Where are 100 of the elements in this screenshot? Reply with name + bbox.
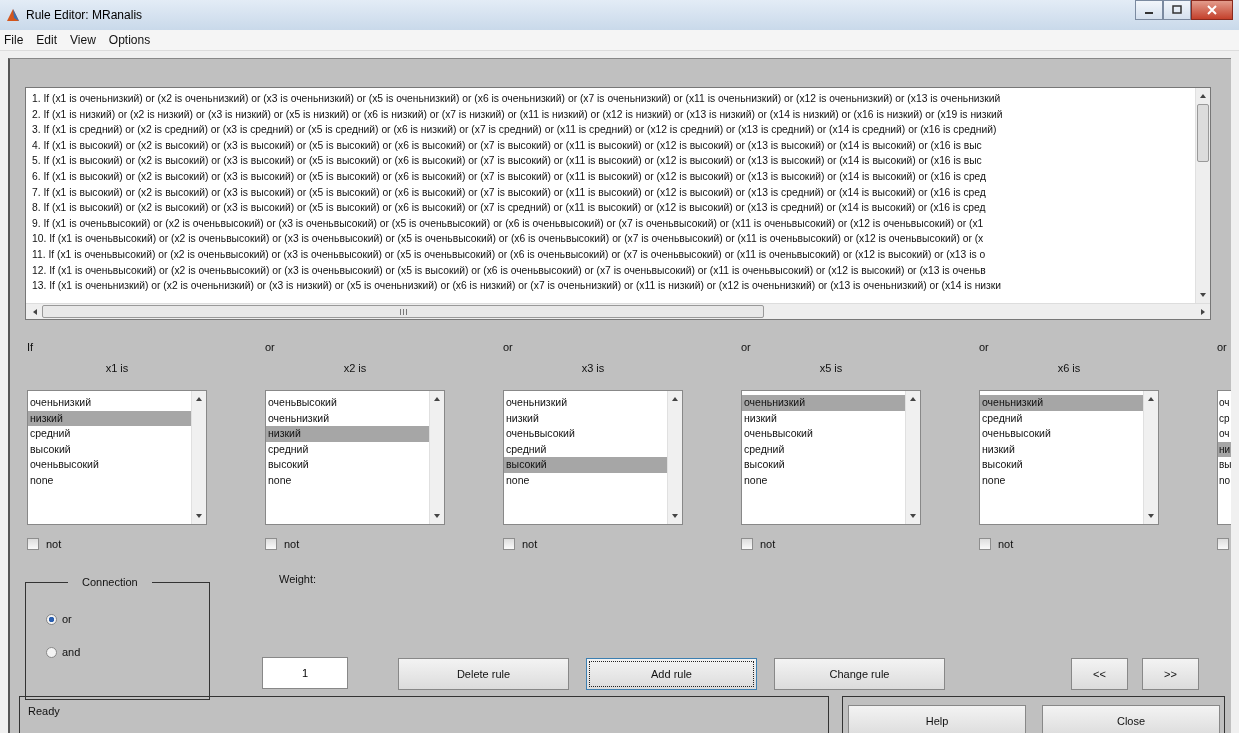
scroll-thumb[interactable]: [1197, 104, 1209, 162]
checkbox[interactable]: [741, 537, 753, 550]
option-list[interactable]: оченьвысокий оченьнизкий низкий средний высокий none: [265, 390, 445, 525]
rule-text[interactable]: 1. If (x1 is оченьнизкий) or (x2 is оченьнизкий) or (x3 is оченьнизкий) or (x5 is оченьнизкий) or (x6 is оченьнизкий) or (x7 is оченьнизкий) or (x11 is оченьнизкий) or (x12 is оченьнизкий) or (x13 is оченьнизкий: [32, 91, 1195, 107]
list-option[interactable]: ни: [1218, 441, 1231, 457]
list-option[interactable]: низкий: [28, 410, 191, 426]
rule-list[interactable]: [25, 87, 1211, 320]
list-option[interactable]: оченьвысокий: [980, 426, 1143, 442]
action-button[interactable]: Change rule: [774, 658, 945, 690]
checkbox[interactable]: [265, 537, 277, 550]
option-list[interactable]: оч ср оч ни вы no: [1217, 390, 1231, 525]
list-option[interactable]: оч: [1218, 426, 1231, 442]
scrollbar[interactable]: [667, 391, 682, 524]
app-icon[interactable]: [6, 8, 20, 22]
scroll-right-arrow-icon[interactable]: [1198, 307, 1206, 316]
list-option[interactable]: оченьнизкий: [266, 410, 429, 426]
list-option[interactable]: вы: [1218, 457, 1231, 473]
option-list[interactable]: оченьнизкий низкий оченьвысокий средний высокий none: [503, 390, 683, 525]
scrollbar[interactable]: [1195, 88, 1210, 303]
scroll-thumb[interactable]: [42, 305, 764, 318]
list-option[interactable]: оченьнизкий: [28, 395, 191, 411]
list-option[interactable]: оченьнизкий: [504, 395, 667, 411]
close-button[interactable]: [1191, 0, 1233, 20]
list-option[interactable]: высокий: [266, 457, 429, 473]
rule-text[interactable]: 6. If (x1 is высокий) or (x2 is высокий) or (x3 is высокий) or (x5 is высокий) or (x6 is высокий) or (x7 is высокий) or (x11 is высокий) or (x12 is высокий) or (x13 is высокий) or (x14 is высокий) or (x16 is сред: [32, 168, 1195, 185]
menu-item[interactable]: File: [4, 33, 24, 47]
list-option[interactable]: средний: [980, 410, 1143, 426]
rule-text[interactable]: 13. If (x1 is оченьнизкий) or (x2 is оченьнизкий) or (x3 is низкий) or (x5 is оченьнизкий) or (x6 is низкий) or (x7 is оченьнизкий) or (x11 is низкий) or (x12 is оченьнизкий) or (x13 is оченьнизкий) or (x14 is низки: [32, 278, 1195, 294]
list-option[interactable]: none: [504, 472, 667, 488]
rule-text[interactable]: 5. If (x1 is высокий) or (x2 is высокий) or (x3 is высокий) or (x5 is высокий) or (x6 is высокий) or (x7 is высокий) or (x11 is высокий) or (x12 is высокий) or (x13 is высокий) or (x14 is высокий) or (x16 is выс: [32, 153, 1195, 169]
maximize-button[interactable]: [1163, 0, 1191, 20]
rule-text[interactable]: 7. If (x1 is высокий) or (x2 is высокий) or (x3 is высокий) or (x5 is высокий) or (x6 is высокий) or (x7 is высокий) or (x11 is высокий) or (x12 is высокий) or (x13 is средний) or (x14 is высокий) or (x16 is сред: [32, 184, 1195, 201]
footer-button[interactable]: Help: [848, 705, 1026, 733]
scrollbar[interactable]: [905, 391, 920, 524]
radio-button[interactable]: [46, 646, 57, 658]
grip-icon[interactable]: [399, 308, 407, 315]
list-option[interactable]: оч: [1218, 395, 1231, 411]
weight-field[interactable]: 1: [262, 657, 348, 689]
rule-text[interactable]: 12. If (x1 is оченьвысокий) or (x2 is оченьвысокий) or (x3 is оченьвысокий) or (x5 is высокий) or (x6 is оченьвысокий) or (x7 is оченьвысокий) or (x11 is оченьвысокий) or (x12 is высокий) or (x13 is оченьв: [32, 262, 1195, 279]
list-option[interactable]: средний: [504, 441, 667, 457]
option-list[interactable]: оченьнизкий средний оченьвысокий низкий высокий none: [979, 390, 1159, 525]
option-list[interactable]: оченьнизкий низкий оченьвысокий средний высокий none: [741, 390, 921, 525]
list-option[interactable]: оченьнизкий: [980, 395, 1143, 411]
menu-item[interactable]: View: [70, 33, 96, 47]
list-option[interactable]: высокий: [980, 457, 1143, 473]
radio-button[interactable]: [46, 613, 57, 625]
radio-label[interactable]: and: [62, 646, 81, 658]
list-option[interactable]: no: [1218, 472, 1231, 488]
list-option[interactable]: none: [742, 472, 905, 488]
nav-button[interactable]: >>: [1142, 658, 1199, 690]
list-option[interactable]: none: [28, 472, 191, 488]
list-option[interactable]: высокий: [742, 457, 905, 473]
rule-text[interactable]: 11. If (x1 is оченьвысокий) or (x2 is оченьвысокий) or (x3 is оченьвысокий) or (x5 is оченьвысокий) or (x6 is оченьвысокий) or (x7 is оченьвысокий) or (x11 is оченьвысокий) or (x12 is высокий) or (x13 is о: [32, 246, 1195, 263]
list-option[interactable]: средний: [266, 441, 429, 457]
action-button[interactable]: Delete rule: [398, 658, 569, 690]
checkbox-label[interactable]: not: [284, 537, 300, 550]
scrollbar[interactable]: [429, 391, 444, 524]
list-option[interactable]: оченьвысокий: [504, 426, 667, 442]
checkbox-label[interactable]: not: [522, 537, 538, 550]
checkbox[interactable]: [979, 537, 991, 550]
close-icon[interactable]: [1207, 5, 1217, 15]
footer-button[interactable]: Close: [1042, 705, 1220, 733]
minimize-button[interactable]: [1135, 0, 1163, 20]
list-option[interactable]: высокий: [28, 441, 191, 457]
list-option[interactable]: низкий: [742, 410, 905, 426]
list-option[interactable]: ср: [1218, 410, 1231, 426]
maximize-icon[interactable]: [1172, 5, 1182, 15]
list-option[interactable]: низкий: [266, 426, 429, 442]
rule-text[interactable]: 2. If (x1 is низкий) or (x2 is низкий) or (x3 is низкий) or (x5 is низкий) or (x6 is низкий) or (x7 is низкий) or (x11 is низкий) or (x12 is низкий) or (x13 is низкий) or (x14 is низкий) or (x16 is низкий) or (x19 is низкий: [32, 106, 1195, 123]
option-list[interactable]: оченьнизкий низкий средний высокий оченьвысокий none: [27, 390, 207, 525]
checkbox[interactable]: [27, 537, 39, 550]
nav-button[interactable]: <<: [1071, 658, 1128, 690]
menu-item[interactable]: Options: [108, 33, 151, 47]
menu-item[interactable]: Edit: [36, 33, 58, 47]
checkbox-label[interactable]: not: [46, 537, 62, 550]
list-option[interactable]: none: [980, 472, 1143, 488]
checkbox[interactable]: [503, 537, 515, 550]
rule-text[interactable]: 10. If (x1 is оченьвысокий) or (x2 is оченьвысокий) or (x3 is оченьвысокий) or (x5 is оченьвысокий) or (x6 is оченьвысокий) or (x7 is оченьвысокий) or (x11 is оченьвысокий) or (x12 is оченьвысокий) or (x: [32, 231, 1195, 247]
list-option[interactable]: низкий: [504, 410, 667, 426]
checkbox-label[interactable]: not: [998, 537, 1014, 550]
scrollbar[interactable]: [26, 303, 1210, 319]
list-option[interactable]: оченьвысокий: [28, 457, 191, 473]
scrollbar[interactable]: [191, 391, 206, 524]
rule-text[interactable]: 4. If (x1 is высокий) or (x2 is высокий) or (x3 is высокий) or (x5 is высокий) or (x6 is высокий) or (x7 is высокий) or (x11 is высокий) or (x12 is высокий) or (x13 is высокий) or (x14 is высокий) or (x16 is выс: [32, 137, 1195, 154]
rule-text[interactable]: 3. If (x1 is средний) or (x2 is средний) or (x3 is средний) or (x5 is средний) or (x6 is низкий) or (x7 is средний) or (x11 is средний) or (x12 is средний) or (x13 is средний) or (x14 is средний) or (x16 is средний): [32, 122, 1195, 138]
rule-text[interactable]: 8. If (x1 is высокий) or (x2 is высокий) or (x3 is высокий) or (x5 is высокий) or (x6 is высокий) or (x7 is средний) or (x11 is высокий) or (x12 is высокий) or (x13 is средний) or (x14 is высокий) or (x16 is сред: [32, 200, 1195, 216]
checkbox-label[interactable]: not: [760, 537, 776, 550]
radio-label[interactable]: or: [62, 613, 72, 625]
list-option[interactable]: none: [266, 472, 429, 488]
list-option[interactable]: средний: [742, 441, 905, 457]
action-button[interactable]: Add rule: [586, 658, 757, 690]
list-option[interactable]: средний: [28, 426, 191, 442]
checkbox[interactable]: [1217, 537, 1229, 550]
list-option[interactable]: низкий: [980, 441, 1143, 457]
list-option[interactable]: оченьнизкий: [742, 395, 905, 411]
list-option[interactable]: оченьвысокий: [266, 395, 429, 411]
list-option[interactable]: высокий: [504, 457, 667, 473]
rule-text[interactable]: 9. If (x1 is оченьвысокий) or (x2 is оченьвысокий) or (x3 is оченьвысокий) or (x5 is оченьвысокий) or (x6 is оченьвысокий) or (x7 is оченьвысокий) or (x11 is оченьвысокий) or (x12 is оченьвысокий) or (x1: [32, 215, 1195, 232]
list-option[interactable]: оченьвысокий: [742, 426, 905, 442]
scrollbar[interactable]: [1143, 391, 1158, 524]
